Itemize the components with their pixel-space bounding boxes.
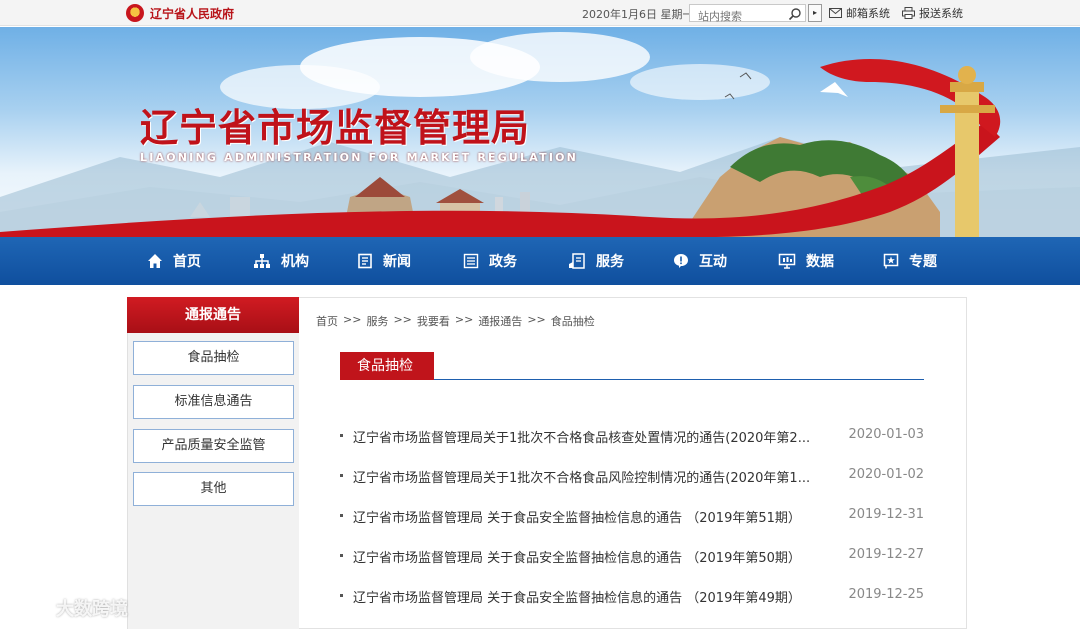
breadcrumb-item-service[interactable]: 服务 xyxy=(366,313,388,329)
main-nav: 首页 机构 新闻 政务 服务 互动 数据 专题 xyxy=(0,237,1080,285)
nav-item-label: 政务 xyxy=(489,254,517,270)
nav-item-label: 互动 xyxy=(699,254,727,270)
breadcrumb-item-current[interactable]: 食品抽检 xyxy=(551,313,595,329)
interact-icon xyxy=(674,254,688,268)
list-item[interactable]: 辽宁省市场监督管理局关于1批次不合格食品核查处置情况的通告(2020年第2...… xyxy=(340,425,924,446)
header-banner: 辽宁省市场监督管理局 LIAONING ADMINISTRATION FOR M… xyxy=(0,27,1080,237)
watermark: 大数跨境 xyxy=(10,595,128,621)
sidebar: 食品抽检 标准信息通告 产品质量安全监管 其他 xyxy=(127,333,299,629)
nav-item-label: 专题 xyxy=(909,254,937,270)
breadcrumb: 首页 >> 服务 >> 我要看 >> 通报通告 >> 食品抽检 xyxy=(316,313,595,329)
nav-item-label: 数据 xyxy=(806,254,834,270)
article-title[interactable]: 辽宁省市场监督管理局 关于食品安全监督抽检信息的通告 （2019年第51期） xyxy=(353,507,823,526)
list-item[interactable]: 辽宁省市场监督管理局 关于食品安全监督抽检信息的通告 （2019年第50期） 2… xyxy=(340,545,924,566)
news-icon xyxy=(358,253,372,269)
list-item[interactable]: 辽宁省市场监督管理局 关于食品安全监督抽检信息的通告 （2019年第51期） 2… xyxy=(340,505,924,526)
data-icon xyxy=(778,253,796,269)
nav-item-label: 机构 xyxy=(281,254,309,270)
search-box xyxy=(689,4,806,25)
bullet-icon xyxy=(340,554,343,557)
nav-item-label: 首页 xyxy=(173,254,201,270)
report-system-label: 报送系统 xyxy=(919,7,963,20)
breadcrumb-separator: >> xyxy=(343,313,362,326)
bullet-icon xyxy=(340,594,343,597)
breadcrumb-separator: >> xyxy=(454,313,474,326)
bullet-icon xyxy=(340,514,343,517)
nav-item-data[interactable]: 数据 xyxy=(778,237,834,285)
article-title[interactable]: 辽宁省市场监督管理局关于1批次不合格食品风险控制情况的通告(2020年第1... xyxy=(353,467,823,486)
breadcrumb-separator: >> xyxy=(527,313,546,326)
nav-item-interact[interactable]: 互动 xyxy=(673,237,727,285)
org-chart-icon xyxy=(254,254,270,268)
home-icon xyxy=(148,254,162,268)
search-icon[interactable] xyxy=(788,7,802,21)
article-date: 2019-12-31 xyxy=(848,507,924,522)
topic-icon xyxy=(883,253,899,269)
gov-link[interactable]: 辽宁省人民政府 xyxy=(126,3,234,23)
nav-item-topic[interactable]: 专题 xyxy=(883,237,937,285)
article-title[interactable]: 辽宁省市场监督管理局 关于食品安全监督抽检信息的通告 （2019年第49期） xyxy=(353,587,823,606)
list-item[interactable]: 辽宁省市场监督管理局关于1批次不合格食品风险控制情况的通告(2020年第1...… xyxy=(340,465,924,486)
nav-item-org[interactable]: 机构 xyxy=(253,237,309,285)
sidebar-heading: 通报通告 xyxy=(127,297,299,333)
report-system-link[interactable]: 报送系统 xyxy=(902,4,963,22)
list-item[interactable]: 辽宁省市场监督管理局 关于食品安全监督抽检信息的通告 （2019年第49期） 2… xyxy=(340,585,924,606)
article-title[interactable]: 辽宁省市场监督管理局关于1批次不合格食品核查处置情况的通告(2020年第2... xyxy=(353,427,823,446)
breadcrumb-item-notices[interactable]: 通报通告 xyxy=(478,313,522,329)
nav-item-label: 新闻 xyxy=(383,254,411,270)
watermark-logo-icon xyxy=(11,600,47,616)
watermark-text: 大数跨境 xyxy=(56,599,128,620)
breadcrumb-item-view[interactable]: 我要看 xyxy=(417,313,450,329)
list-icon xyxy=(463,253,479,269)
nav-item-label: 服务 xyxy=(596,254,624,270)
article-date: 2019-12-27 xyxy=(848,547,924,562)
sidebar-item-other[interactable]: 其他 xyxy=(133,472,294,506)
nav-item-affairs[interactable]: 政务 xyxy=(463,237,517,285)
search-input[interactable] xyxy=(690,8,786,25)
search-submit-button[interactable]: ▸ xyxy=(808,4,822,22)
gov-name: 辽宁省人民政府 xyxy=(150,6,235,21)
nav-item-service[interactable]: 服务 xyxy=(568,237,624,285)
breadcrumb-separator: >> xyxy=(393,313,412,326)
national-emblem-icon xyxy=(126,4,144,22)
printer-icon xyxy=(902,7,915,19)
mail-system-link[interactable]: 邮箱系统 xyxy=(829,4,890,22)
sidebar-item-product-quality[interactable]: 产品质量安全监管 xyxy=(133,429,294,463)
site-subtitle: LIAONING ADMINISTRATION FOR MARKET REGUL… xyxy=(140,151,579,164)
nav-item-news[interactable]: 新闻 xyxy=(357,237,411,285)
section-title: 食品抽检 xyxy=(340,352,434,380)
sidebar-item-standard-notice[interactable]: 标准信息通告 xyxy=(133,385,294,419)
current-date: 2020年1月6日 星期一 xyxy=(582,8,694,21)
mail-icon xyxy=(829,8,842,18)
bullet-icon xyxy=(340,474,343,477)
breadcrumb-item-home[interactable]: 首页 xyxy=(316,313,338,329)
article-title[interactable]: 辽宁省市场监督管理局 关于食品安全监督抽检信息的通告 （2019年第50期） xyxy=(353,547,823,566)
top-bar: 辽宁省人民政府 2020年1月6日 星期一 ▸ 邮箱系统 报送系统 xyxy=(0,0,1080,26)
main-content: 首页 >> 服务 >> 我要看 >> 通报通告 >> 食品抽检 食品抽检 辽宁省… xyxy=(299,297,967,629)
mail-system-label: 邮箱系统 xyxy=(846,7,890,20)
site-title: 辽宁省市场监督管理局 xyxy=(140,105,531,150)
article-date: 2020-01-03 xyxy=(848,427,924,442)
bullet-icon xyxy=(340,434,343,437)
nav-item-home[interactable]: 首页 xyxy=(147,237,201,285)
sidebar-item-food-inspection[interactable]: 食品抽检 xyxy=(133,341,294,375)
article-date: 2020-01-02 xyxy=(848,467,924,482)
service-icon xyxy=(569,253,585,269)
article-date: 2019-12-25 xyxy=(848,587,924,602)
